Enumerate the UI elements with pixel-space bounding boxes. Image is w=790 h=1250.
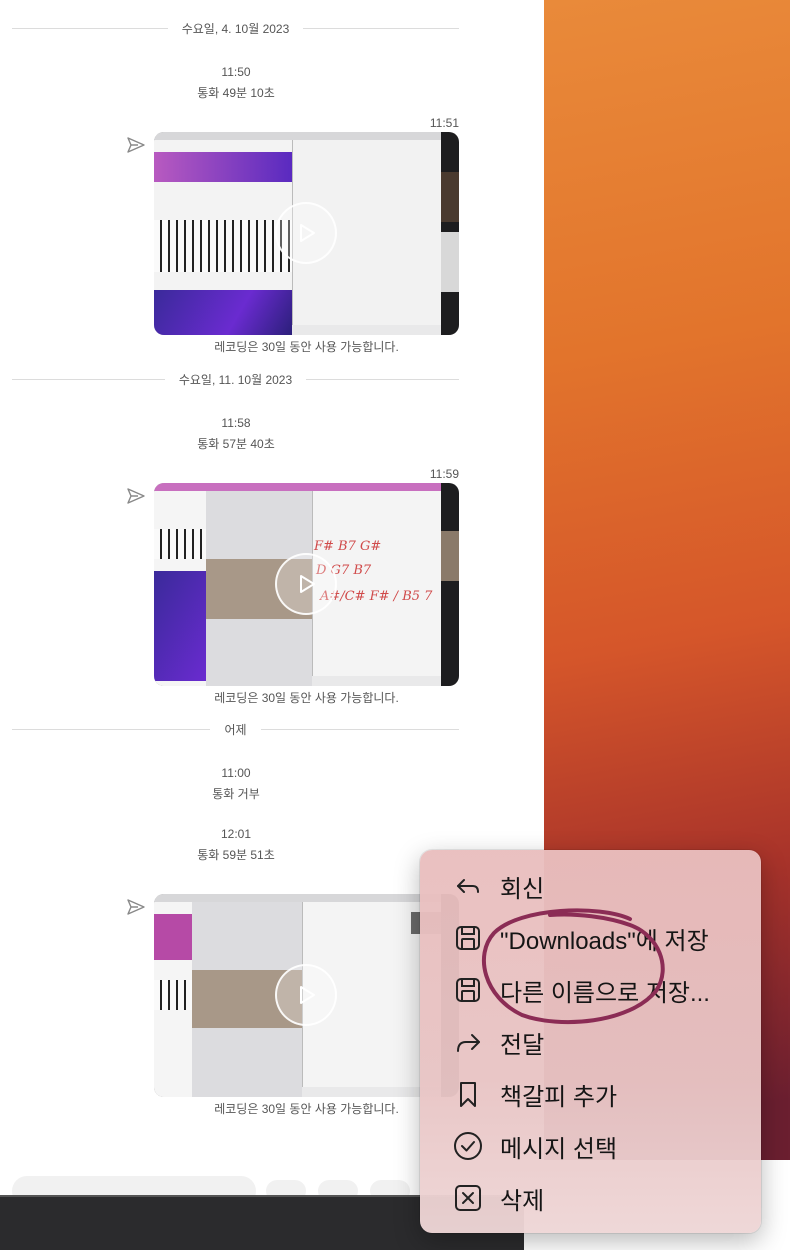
send-icon[interactable] [126, 897, 146, 917]
menu-item-save-as[interactable]: 다른 이름으로 저장... [450, 970, 710, 1010]
call-status: 통화 거부 [212, 787, 260, 801]
date-label: 수요일, 4. 10월 2023 [181, 21, 290, 36]
menu-item-reply[interactable]: 회신 [450, 866, 544, 906]
menu-item-delete[interactable]: 삭제 [450, 1178, 544, 1218]
call-entry: 11:50 통화 49분 10초 [136, 62, 336, 104]
save-disk-icon [450, 920, 486, 956]
menu-item-save-downloads[interactable]: "Downloads"에 저장 [450, 918, 709, 958]
forward-icon [450, 1024, 486, 1060]
delete-box-icon [450, 1180, 486, 1216]
menu-item-bookmark[interactable]: 책갈피 추가 [450, 1074, 617, 1114]
call-duration: 통화 57분 40초 [197, 437, 275, 451]
recording-caption: 레코딩은 30일 동안 사용 가능합니다. [214, 1102, 399, 1116]
menu-item-label: 전달 [500, 1031, 545, 1059]
send-icon[interactable] [126, 486, 146, 506]
recording-caption: 레코딩은 30일 동안 사용 가능합니다. [214, 691, 399, 705]
call-entry: 11:00 통화 거부 [136, 763, 336, 805]
video-recording-thumbnail[interactable]: F# B7 G# D G7 B7 A#/C# F# / B5 7 [154, 483, 459, 686]
save-as-disk-icon [450, 972, 486, 1008]
date-label: 어제 [224, 722, 247, 737]
bookmark-icon [450, 1076, 486, 1112]
play-icon [300, 986, 315, 1004]
play-button[interactable] [275, 553, 337, 615]
reply-icon [450, 868, 486, 904]
send-icon[interactable] [126, 135, 146, 155]
play-button[interactable] [275, 202, 337, 264]
call-duration: 통화 59분 51초 [197, 848, 275, 862]
play-icon [300, 575, 315, 593]
menu-item-label: 메시지 선택 [500, 1135, 618, 1163]
call-time: 11:00 [221, 766, 251, 780]
whiteboard-note: F# B7 G# [314, 539, 382, 554]
menu-item-forward[interactable]: 전달 [450, 1022, 544, 1062]
check-circle-icon [450, 1128, 486, 1164]
call-time: 11:58 [221, 416, 251, 430]
menu-item-select-message[interactable]: 메시지 선택 [450, 1126, 617, 1166]
play-icon [300, 224, 315, 242]
context-menu: 회신 "Downloads"에 저장 다른 이름으로 저장... 전달 책갈피 … [420, 850, 761, 1233]
menu-item-label: "Downloads"에 저장 [500, 927, 709, 955]
date-separator: 어제 [12, 719, 459, 739]
recording-caption: 레코딩은 30일 동안 사용 가능합니다. [214, 340, 399, 354]
video-recording-thumbnail[interactable] [154, 132, 459, 335]
message-time: 11:59 [429, 467, 459, 481]
menu-item-label: 회신 [500, 875, 545, 903]
call-time: 11:50 [221, 65, 251, 79]
call-entry: 12:01 통화 59분 51초 [136, 824, 336, 866]
message-time: 11:51 [429, 116, 459, 130]
menu-item-label: 책갈피 추가 [500, 1083, 618, 1111]
menu-item-label: 삭제 [500, 1187, 545, 1215]
whiteboard-note: A#/C# F# / B5 7 [320, 589, 433, 604]
date-separator: 수요일, 4. 10월 2023 [12, 18, 459, 38]
date-separator: 수요일, 11. 10월 2023 [12, 369, 459, 389]
date-label: 수요일, 11. 10월 2023 [178, 372, 293, 387]
call-duration: 통화 49분 10초 [197, 86, 275, 100]
video-recording-thumbnail[interactable] [154, 894, 459, 1097]
call-entry: 11:58 통화 57분 40초 [136, 413, 336, 455]
menu-item-label: 다른 이름으로 저장... [500, 979, 710, 1007]
play-button[interactable] [275, 964, 337, 1026]
call-time: 12:01 [220, 827, 252, 841]
